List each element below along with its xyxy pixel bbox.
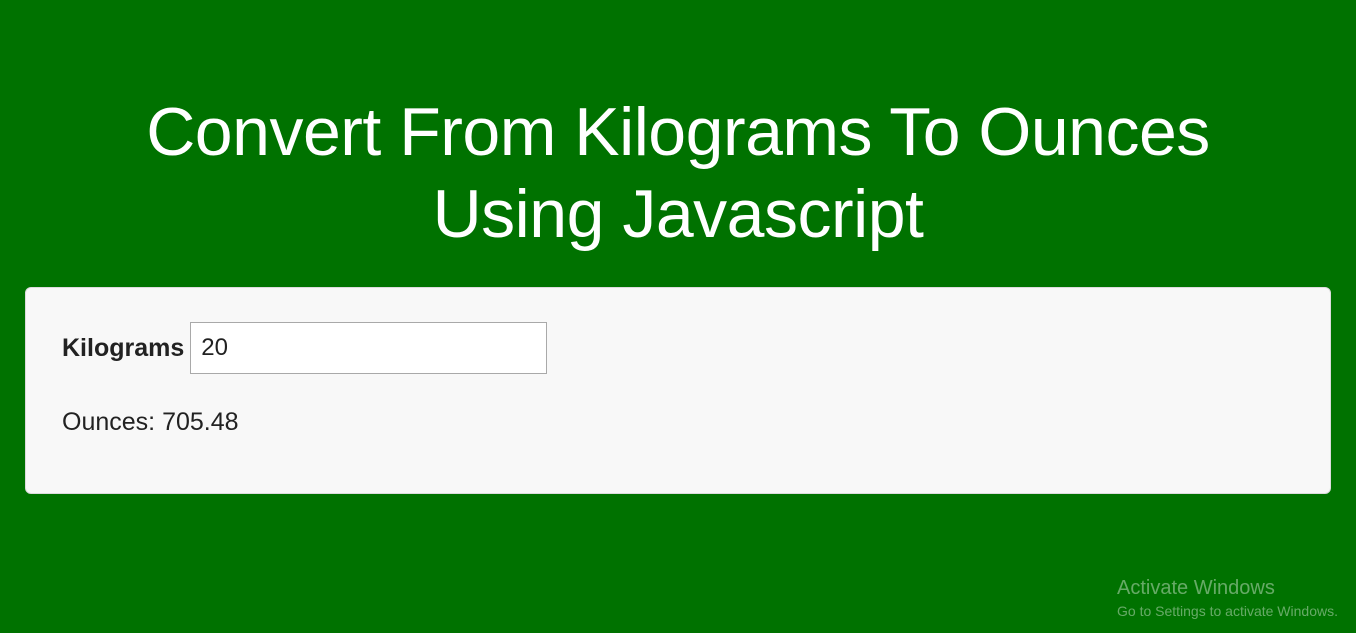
title-line-1: Convert From Kilograms To Ounces [146, 94, 1210, 170]
watermark-title: Activate Windows [1117, 575, 1338, 602]
ounces-value: 705.48 [162, 408, 238, 436]
page-title: Convert From Kilograms To Ounces Using J… [0, 0, 1356, 255]
input-row: Kilograms [62, 322, 1294, 374]
converter-card: Kilograms Ounces: 705.48 [25, 287, 1331, 494]
kilograms-input[interactable] [190, 322, 547, 374]
output-row: Ounces: 705.48 [62, 408, 1294, 437]
ounces-label: Ounces: [62, 408, 155, 436]
kilograms-label: Kilograms [62, 334, 184, 363]
watermark-subtitle: Go to Settings to activate Windows. [1117, 602, 1338, 621]
windows-activation-watermark: Activate Windows Go to Settings to activ… [1117, 575, 1338, 621]
title-line-2: Using Javascript [433, 176, 924, 252]
